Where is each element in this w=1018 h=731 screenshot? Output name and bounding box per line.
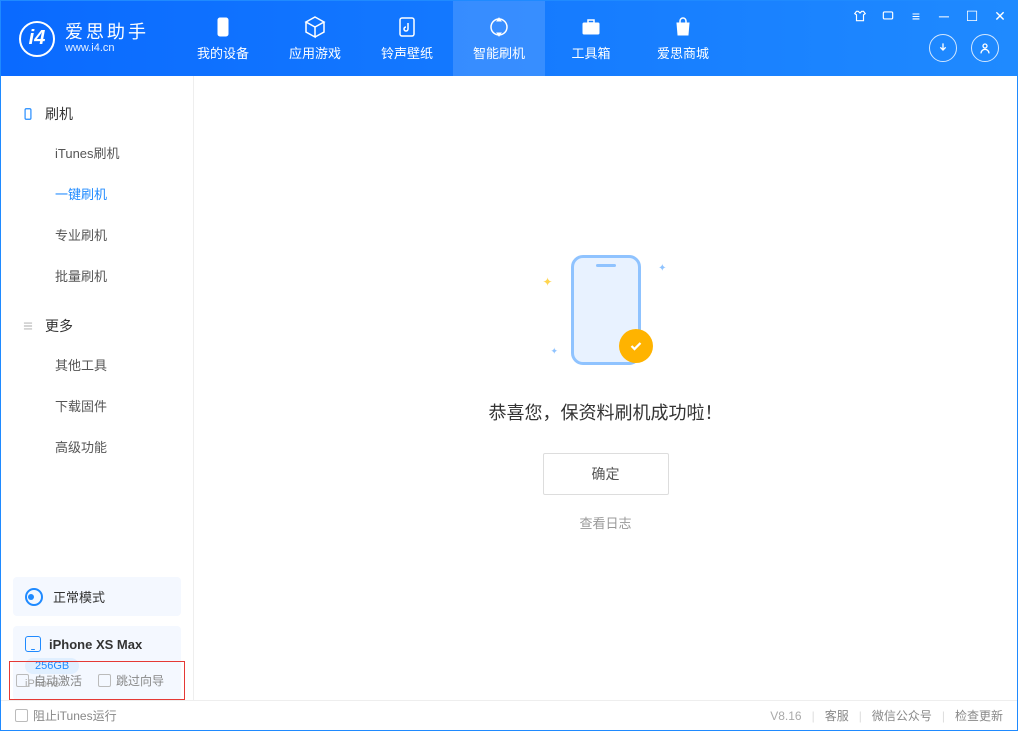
sidebar-item-other-tools[interactable]: 其他工具 [1, 344, 193, 385]
sidebar-group-label: 刷机 [45, 104, 73, 124]
nav-smart-flash[interactable]: 智能刷机 [453, 1, 545, 76]
ok-button[interactable]: 确定 [543, 453, 669, 495]
success-illustration: ✦ ✦ ✦ [531, 245, 681, 375]
checkbox-auto-activate[interactable]: 自动激活 [16, 672, 82, 689]
nav-label: 工具箱 [571, 43, 610, 62]
nav-store[interactable]: 爱思商城 [637, 1, 729, 76]
wechat-link[interactable]: 微信公众号 [872, 707, 932, 724]
sidebar-group-more: 更多 [1, 308, 193, 344]
checkbox-icon [15, 709, 28, 722]
footer: 阻止iTunes运行 V8.16 | 客服 | 微信公众号 | 检查更新 [1, 700, 1017, 730]
sidebar-item-batch-flash[interactable]: 批量刷机 [1, 255, 193, 296]
sidebar-item-pro-flash[interactable]: 专业刷机 [1, 214, 193, 255]
checkbox-block-itunes[interactable]: 阻止iTunes运行 [15, 707, 117, 724]
shirt-icon[interactable] [851, 7, 869, 25]
phone-icon [211, 15, 235, 39]
phone-outline-icon [21, 107, 35, 121]
mode-icon [25, 588, 43, 606]
sidebar-group-flash: 刷机 [1, 96, 193, 132]
sparkle-icon: ✦ [543, 275, 553, 289]
checkbox-label: 阻止iTunes运行 [33, 707, 117, 724]
sidebar-item-oneclick-flash[interactable]: 一键刷机 [1, 173, 193, 214]
toolbox-icon [579, 15, 603, 39]
checkbox-icon [98, 674, 111, 687]
sidebar: 刷机 iTunes刷机 一键刷机 专业刷机 批量刷机 更多 其他工具 下载固件 … [1, 76, 194, 700]
bag-icon [671, 15, 695, 39]
app-header: i4 爱思助手 www.i4.cn 我的设备 应用游戏 铃声壁纸 智能刷机 工具… [1, 1, 1017, 76]
nav-label: 我的设备 [197, 43, 249, 62]
list-icon [21, 319, 35, 333]
nav-toolbox[interactable]: 工具箱 [545, 1, 637, 76]
device-name: iPhone XS Max [49, 637, 142, 652]
sparkle-icon: ✦ [551, 346, 559, 357]
music-icon [395, 15, 419, 39]
feedback-icon[interactable] [879, 7, 897, 25]
nav-label: 智能刷机 [473, 43, 525, 62]
logo: i4 爱思助手 www.i4.cn [1, 21, 167, 57]
device-icon [25, 636, 41, 652]
app-subtitle: www.i4.cn [65, 42, 149, 54]
download-icon[interactable] [929, 34, 957, 62]
body: 刷机 iTunes刷机 一键刷机 专业刷机 批量刷机 更多 其他工具 下载固件 … [1, 76, 1017, 700]
app-title: 爱思助手 [65, 23, 149, 43]
checkbox-icon [16, 674, 29, 687]
sidebar-group-label: 更多 [45, 316, 73, 336]
nav-label: 铃声壁纸 [381, 43, 433, 62]
sidebar-item-advanced[interactable]: 高级功能 [1, 426, 193, 467]
checkbox-skip-guide[interactable]: 跳过向导 [98, 672, 164, 689]
check-badge-icon [619, 329, 653, 363]
titlebar-controls: ≡ ─ ☐ ✕ [851, 7, 1009, 25]
menu-icon[interactable]: ≡ [907, 7, 925, 25]
sidebar-item-itunes-flash[interactable]: iTunes刷机 [1, 132, 193, 173]
nav-label: 爱思商城 [657, 43, 709, 62]
minimize-icon[interactable]: ─ [935, 7, 953, 25]
nav-my-device[interactable]: 我的设备 [177, 1, 269, 76]
main-nav: 我的设备 应用游戏 铃声壁纸 智能刷机 工具箱 爱思商城 [177, 1, 729, 76]
mode-label: 正常模式 [53, 587, 105, 606]
close-icon[interactable]: ✕ [991, 7, 1009, 25]
success-message: 恭喜您，保资料刷机成功啦！ [489, 399, 723, 425]
main-content: ✦ ✦ ✦ 恭喜您，保资料刷机成功啦！ 确定 查看日志 [194, 76, 1017, 700]
mode-card[interactable]: 正常模式 [13, 577, 181, 616]
header-actions [929, 34, 999, 62]
nav-apps-games[interactable]: 应用游戏 [269, 1, 361, 76]
nav-label: 应用游戏 [289, 43, 341, 62]
version-label: V8.16 [770, 709, 801, 723]
user-icon[interactable] [971, 34, 999, 62]
nav-ringtones[interactable]: 铃声壁纸 [361, 1, 453, 76]
refresh-icon [487, 15, 511, 39]
maximize-icon[interactable]: ☐ [963, 7, 981, 25]
logo-icon: i4 [19, 21, 55, 57]
sidebar-item-download-fw[interactable]: 下载固件 [1, 385, 193, 426]
sparkle-icon: ✦ [658, 263, 666, 274]
checkbox-label: 自动激活 [34, 672, 82, 689]
check-update-link[interactable]: 检查更新 [955, 707, 1003, 724]
support-link[interactable]: 客服 [825, 707, 849, 724]
cube-icon [303, 15, 327, 39]
checkbox-label: 跳过向导 [116, 672, 164, 689]
view-log-link[interactable]: 查看日志 [579, 513, 631, 532]
highlighted-options: 自动激活 跳过向导 [9, 661, 185, 700]
